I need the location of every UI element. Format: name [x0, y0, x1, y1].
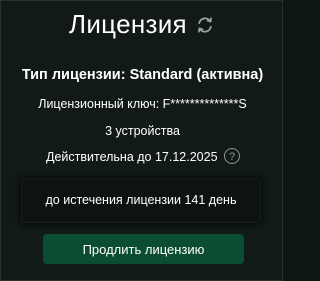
title-row: Лицензия: [1, 7, 284, 43]
license-panel: Лицензия Тип лицензии: Standard (активна…: [0, 0, 283, 281]
expiry-countdown: до истечения лицензии 141 день: [45, 193, 237, 207]
refresh-icon[interactable]: [195, 15, 215, 35]
license-type: Тип лицензии: Standard (активна): [21, 67, 264, 83]
page-title: Лицензия: [69, 9, 187, 39]
license-key: Лицензионный ключ: F**************S: [38, 97, 247, 111]
valid-until: Действительна до 17.12.2025: [46, 150, 218, 164]
device-count: 3 устройства: [105, 124, 180, 138]
valid-until-row: Действительна до 17.12.2025 ?: [1, 147, 284, 167]
question-icon[interactable]: ?: [224, 148, 240, 164]
renew-license-button[interactable]: Продлить лицензию: [43, 234, 244, 264]
expiry-box: до истечения лицензии 141 день: [21, 178, 261, 223]
